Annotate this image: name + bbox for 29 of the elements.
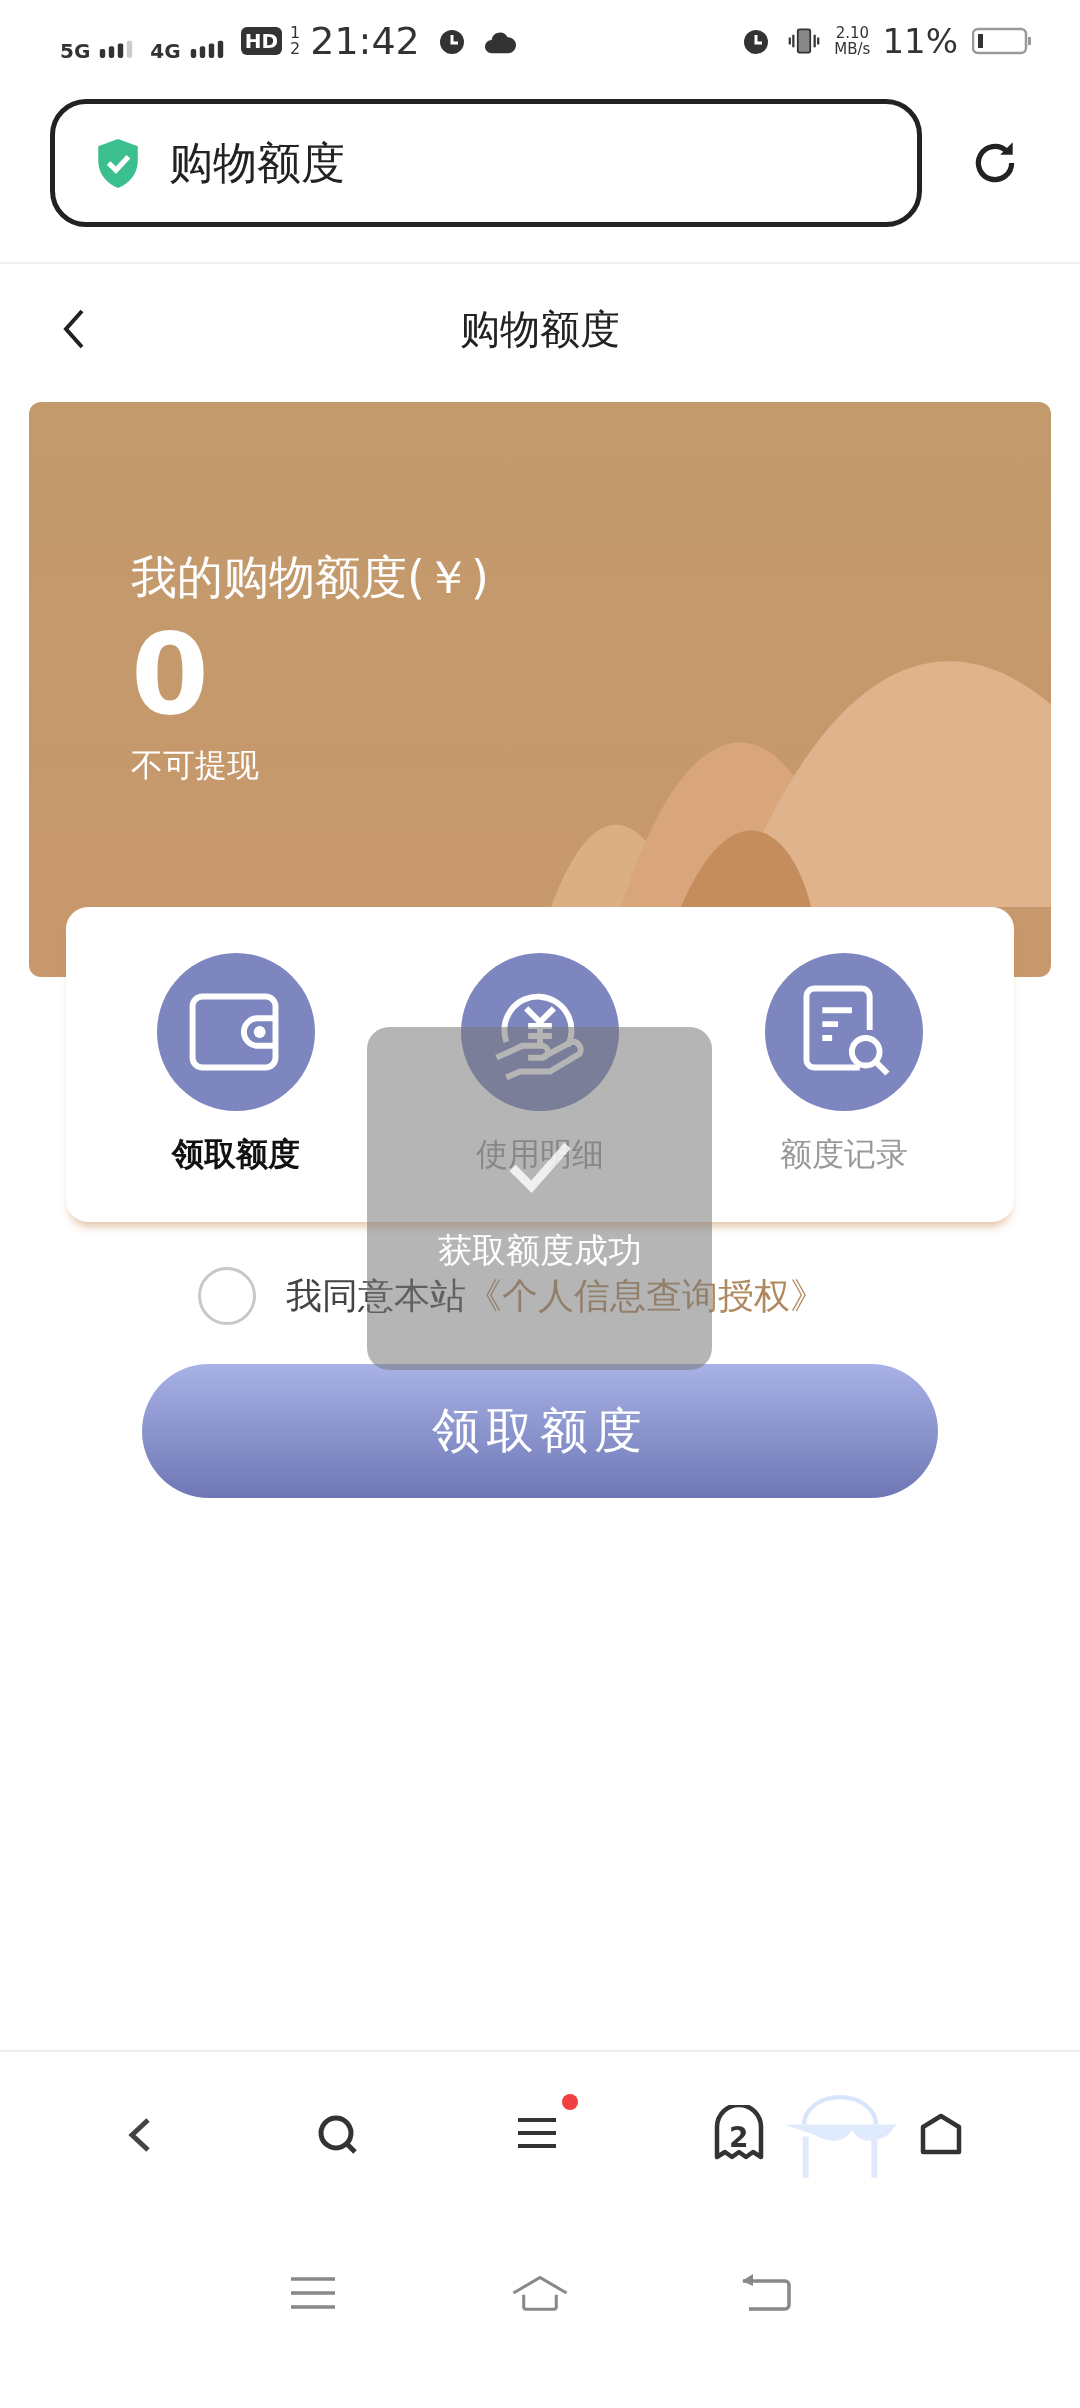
action-item[interactable]: 领取额度 xyxy=(157,952,315,1177)
address-bar[interactable]: 购物额度 xyxy=(50,99,922,227)
battery-percent: 11% xyxy=(882,21,958,61)
wallet-icon xyxy=(157,952,315,1111)
network-label: 5G xyxy=(60,39,91,63)
balance-amount: 0 xyxy=(131,613,210,737)
sim-slot-label: 2 xyxy=(290,41,301,57)
speed-unit: MB/s xyxy=(834,41,871,57)
shield-check-icon xyxy=(95,137,141,189)
signal-icon xyxy=(98,38,135,58)
speed-value: 2.10 xyxy=(835,25,870,41)
document-search-icon xyxy=(765,952,923,1111)
toast-message: 获取额度成功 xyxy=(437,1231,642,1269)
back-icon[interactable] xyxy=(62,307,86,351)
vibrate-icon xyxy=(788,26,821,56)
hd-badge: HD xyxy=(240,27,283,55)
balance-note: 不可提现 xyxy=(131,745,260,787)
clock-time: 21:42 xyxy=(310,19,420,63)
action-item[interactable]: 额度记录 xyxy=(765,952,923,1177)
header-title: 购物额度 xyxy=(460,304,620,354)
sim-slot-label: 1 xyxy=(290,25,301,41)
yen-hand-icon xyxy=(461,952,619,1111)
agree-checkbox[interactable] xyxy=(198,1267,256,1325)
network-label: 4G xyxy=(150,39,181,63)
page-title: 购物额度 xyxy=(169,135,345,190)
claim-button[interactable]: 领取额度 xyxy=(142,1364,938,1498)
balance-label: 我的购物额度(￥) xyxy=(131,549,490,606)
battery-icon xyxy=(972,27,1032,55)
signal-icon xyxy=(188,38,225,58)
